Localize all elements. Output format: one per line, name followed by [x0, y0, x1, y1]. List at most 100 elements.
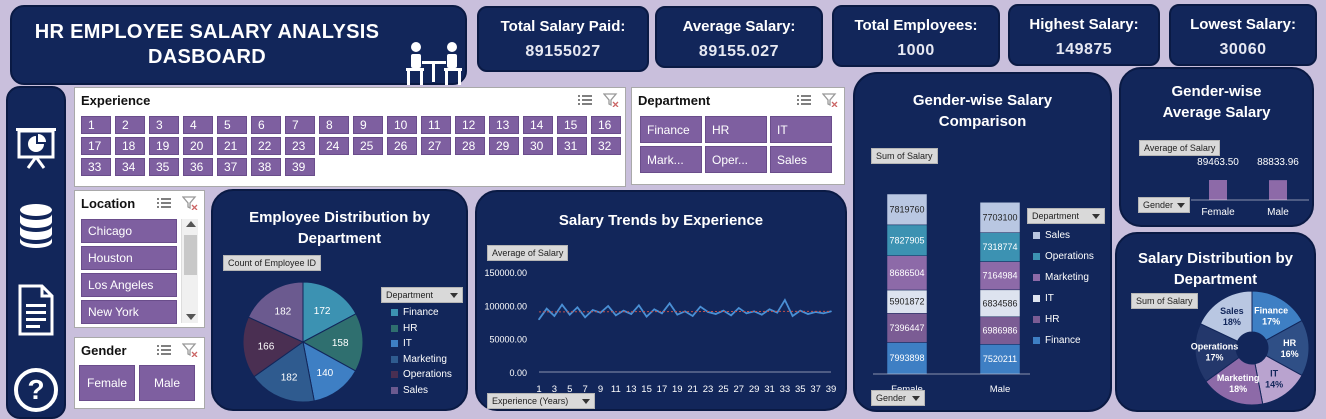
experience-option-10[interactable]: 10 [387, 116, 417, 134]
pie-label-marketing: 182 [281, 373, 298, 384]
slicer-header: Gender [75, 338, 204, 362]
scroll-thumb[interactable] [184, 235, 197, 275]
legend-swatch [391, 371, 398, 378]
multi-select-icon[interactable] [156, 344, 172, 356]
legend-item-marketing: Marketing [1033, 272, 1089, 283]
department-option-3[interactable]: IT [770, 116, 832, 143]
x-tick-label: 13 [626, 384, 637, 395]
gender-option-female[interactable]: Female [79, 365, 135, 401]
gender-axis-button[interactable]: Gender [871, 390, 925, 406]
x-tick-label: 21 [687, 384, 698, 395]
location-option-3[interactable]: Los Angeles [81, 273, 177, 297]
experience-option-35[interactable]: 35 [149, 158, 179, 176]
experience-option-36[interactable]: 36 [183, 158, 213, 176]
legend-swatch [1033, 253, 1040, 260]
multi-select-icon[interactable] [156, 197, 172, 209]
gender-option-male[interactable]: Male [139, 365, 195, 401]
experience-option-17[interactable]: 17 [81, 137, 111, 155]
experience-option-24[interactable]: 24 [319, 137, 349, 155]
experience-option-7[interactable]: 7 [285, 116, 315, 134]
donut-value-label: 17% [1206, 353, 1224, 363]
experience-option-23[interactable]: 23 [285, 137, 315, 155]
experience-slicer: Experience 1 2 3 4 5 6 7 8 9 10 11 12 13 14 15 16 17 18 19… [74, 87, 626, 187]
experience-option-34[interactable]: 34 [115, 158, 145, 176]
x-tick-label: 39 [826, 384, 837, 395]
x-tick-label: 25 [718, 384, 729, 395]
field-label-button[interactable]: Count of Employee ID [223, 255, 322, 271]
experience-option-30[interactable]: 30 [523, 137, 553, 155]
experience-option-28[interactable]: 28 [455, 137, 485, 155]
scroll-down-icon[interactable] [186, 314, 196, 320]
location-scrollbar[interactable] [181, 219, 198, 323]
experience-option-37[interactable]: 37 [217, 158, 247, 176]
department-legend-button[interactable]: Department [381, 287, 463, 303]
experience-option-14[interactable]: 14 [523, 116, 553, 134]
experience-option-25[interactable]: 25 [353, 137, 383, 155]
database-icon[interactable] [16, 202, 56, 250]
legend-item-sales: Sales [391, 385, 428, 396]
avg-value-male: 88833.96 [1257, 157, 1299, 168]
experience-option-26[interactable]: 26 [387, 137, 417, 155]
department-option-2[interactable]: HR [705, 116, 767, 143]
experience-option-13[interactable]: 13 [489, 116, 519, 134]
help-icon[interactable]: ? [14, 368, 58, 412]
experience-option-29[interactable]: 29 [489, 137, 519, 155]
experience-option-9[interactable]: 9 [353, 116, 383, 134]
experience-option-1[interactable]: 1 [81, 116, 111, 134]
x-tick-label: 29 [749, 384, 760, 395]
location-option-2[interactable]: Houston [81, 246, 177, 270]
experience-option-20[interactable]: 20 [183, 137, 213, 155]
experience-option-31[interactable]: 31 [557, 137, 587, 155]
experience-option-11[interactable]: 11 [421, 116, 451, 134]
clear-filter-icon[interactable] [182, 196, 198, 210]
legend-swatch [391, 340, 398, 347]
clear-filter-icon[interactable] [822, 93, 838, 107]
field-label-button[interactable]: Average of Salary [487, 245, 569, 261]
experience-option-33[interactable]: 33 [81, 158, 111, 176]
avg-value-female: 89463.50 [1197, 157, 1239, 168]
department-option-1[interactable]: Finance [640, 116, 702, 143]
experience-axis-button[interactable]: Experience (Years) [487, 393, 595, 409]
chart-title: Gender-wise Salary Comparison [912, 92, 1053, 130]
donut-value-label: 18% [1229, 384, 1247, 394]
gender-stacked-bars: 7993898 7396447 5901872 8686504 7827905 78197… [873, 193, 1030, 395]
experience-option-3[interactable]: 3 [149, 116, 179, 134]
legend-item-it: IT [391, 338, 412, 349]
experience-option-18[interactable]: 18 [115, 137, 145, 155]
field-label-button[interactable]: Average of Salary [1139, 140, 1221, 156]
multi-select-icon[interactable] [796, 94, 812, 106]
scroll-up-icon[interactable] [186, 221, 196, 227]
location-option-4[interactable]: New York [81, 300, 177, 324]
experience-option-4[interactable]: 4 [183, 116, 213, 134]
multi-select-icon[interactable] [577, 94, 593, 106]
experience-option-32[interactable]: 32 [591, 137, 621, 155]
experience-option-22[interactable]: 22 [251, 137, 281, 155]
legend-label: Sales [403, 384, 429, 396]
field-label-button[interactable]: Sum of Salary [871, 148, 938, 164]
gender-axis-button[interactable]: Gender [1138, 197, 1190, 213]
experience-option-6[interactable]: 6 [251, 116, 281, 134]
department-legend-button[interactable]: Department [1027, 208, 1105, 224]
document-icon[interactable] [16, 284, 56, 336]
experience-option-19[interactable]: 19 [149, 137, 179, 155]
experience-option-12[interactable]: 12 [455, 116, 485, 134]
presentation-icon[interactable] [12, 124, 60, 172]
experience-option-2[interactable]: 2 [115, 116, 145, 134]
department-option-5[interactable]: Oper... [705, 146, 767, 173]
clear-filter-icon[interactable] [182, 343, 198, 357]
experience-option-16[interactable]: 16 [591, 116, 621, 134]
trend-point [776, 311, 779, 314]
experience-option-39[interactable]: 39 [285, 158, 315, 176]
experience-option-27[interactable]: 27 [421, 137, 451, 155]
experience-option-38[interactable]: 38 [251, 158, 281, 176]
department-option-6[interactable]: Sales [770, 146, 832, 173]
department-option-4[interactable]: Mark... [640, 146, 702, 173]
pie-label-sales: 182 [275, 307, 292, 318]
location-option-1[interactable]: Chicago [81, 219, 177, 243]
experience-option-15[interactable]: 15 [557, 116, 587, 134]
experience-option-8[interactable]: 8 [319, 116, 349, 134]
experience-option-21[interactable]: 21 [217, 137, 247, 155]
department-pie: 172 158 140 182 166 182 [242, 281, 364, 403]
clear-filter-icon[interactable] [603, 93, 619, 107]
experience-option-5[interactable]: 5 [217, 116, 247, 134]
